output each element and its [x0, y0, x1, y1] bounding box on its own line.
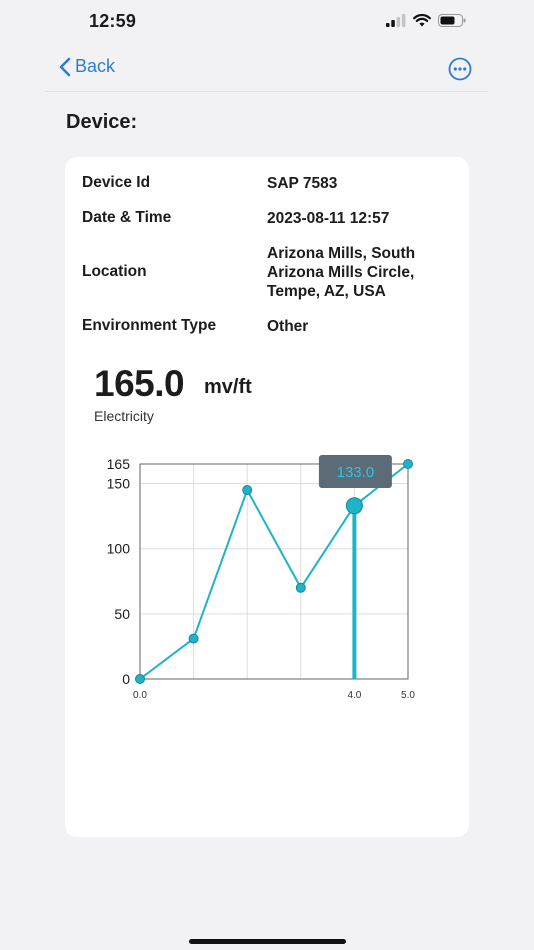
location-line: Tempe, AZ, USA	[267, 283, 386, 300]
reading-value: 165.0	[94, 363, 185, 404]
home-indicator	[189, 939, 346, 944]
chevron-left-icon	[59, 57, 71, 76]
back-label: Back	[75, 56, 116, 76]
environment-type-label: Environment Type	[82, 317, 217, 334]
data-point	[403, 459, 413, 469]
status-bar: 12:59	[0, 0, 534, 46]
wifi-icon	[413, 14, 431, 27]
y-tick-label: 50	[114, 606, 130, 622]
cellular-signal-icon	[386, 14, 406, 27]
reading-label: Electricity	[94, 408, 154, 424]
section-title: Device:	[66, 111, 138, 133]
navigation-bar: Back	[45, 46, 488, 92]
y-tick-label: 165	[107, 456, 131, 472]
location-line: Arizona Mills, South	[267, 245, 416, 262]
data-point	[295, 582, 306, 593]
selected-data-point	[345, 497, 363, 515]
x-tick-label: 5.0	[401, 690, 415, 701]
series-line	[139, 463, 409, 680]
data-point	[188, 633, 199, 644]
more-options-button[interactable]	[448, 57, 472, 86]
electricity-line-chart[interactable]: 0 50 100 150 165 0.0 4.0 5.0 133.0	[65, 447, 469, 707]
data-point	[135, 674, 145, 684]
x-tick-label: 0.0	[133, 690, 147, 701]
y-tick-label: 0	[122, 671, 130, 687]
battery-icon	[438, 14, 466, 27]
location-line: Arizona Mills Circle,	[267, 264, 415, 281]
y-tick-label: 100	[107, 541, 131, 557]
status-icons	[386, 14, 466, 27]
device-card: Device Id SAP 7583 Date & Time 2023-08-1…	[65, 157, 469, 837]
location-label: Location	[82, 263, 147, 280]
status-time: 12:59	[89, 11, 137, 31]
location-value: Arizona Mills, South Arizona Mills Circl…	[267, 244, 415, 301]
x-tick-label: 4.0	[347, 690, 361, 701]
device-id-label: Device Id	[82, 174, 151, 191]
ellipsis-circle-icon	[448, 57, 472, 81]
datetime-value: 2023-08-11 12:57	[267, 210, 390, 227]
environment-type-value: Other	[267, 318, 309, 335]
back-button[interactable]: Back	[59, 56, 115, 77]
data-point	[242, 485, 253, 496]
y-tick-label: 150	[107, 476, 131, 492]
datetime-label: Date & Time	[82, 209, 172, 226]
tooltip-value: 133.0	[337, 464, 375, 481]
device-id-value: SAP 7583	[267, 175, 338, 192]
reading-unit: mv/ft	[204, 376, 252, 398]
